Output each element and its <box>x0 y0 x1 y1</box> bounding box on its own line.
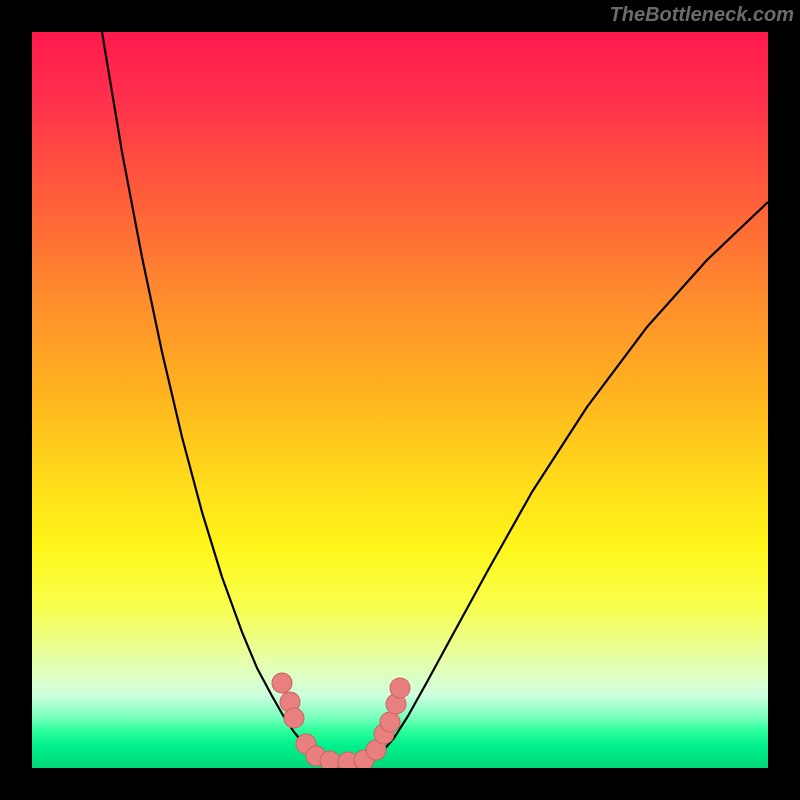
chart-frame: TheBottleneck.com <box>0 0 800 800</box>
curve-overlay <box>32 32 768 768</box>
threshold-dot <box>320 751 340 768</box>
threshold-dot <box>390 678 410 698</box>
watermark-label: TheBottleneck.com <box>610 4 794 27</box>
threshold-dot <box>380 712 400 732</box>
threshold-dot <box>284 708 304 728</box>
bottleneck-curve <box>102 32 768 763</box>
threshold-dot <box>272 673 292 693</box>
plot-area <box>32 32 768 768</box>
